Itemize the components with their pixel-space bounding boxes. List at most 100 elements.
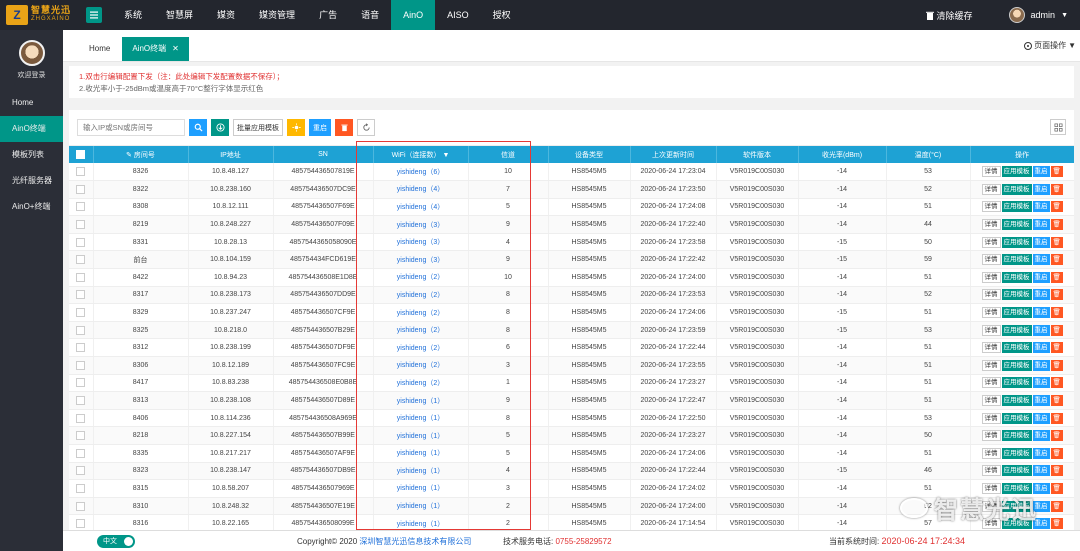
- apply-template-button[interactable]: 应用模板: [1001, 183, 1032, 195]
- sidebar-item[interactable]: 光纤服务器: [0, 168, 63, 194]
- topnav-item[interactable]: 媒资管理: [247, 0, 307, 30]
- column-header[interactable]: 信道: [468, 146, 549, 163]
- apply-template-button[interactable]: 应用模板: [1001, 271, 1032, 283]
- column-header[interactable]: 软件版本: [716, 146, 799, 163]
- restart-button[interactable]: 重启: [1032, 289, 1050, 301]
- detail-button[interactable]: 详情: [981, 271, 1001, 283]
- detail-button[interactable]: 详情: [981, 324, 1001, 336]
- detail-button[interactable]: 详情: [981, 289, 1001, 301]
- restart-button[interactable]: 重启: [1032, 236, 1050, 248]
- table-row[interactable]: 8417 10.8.83.238 485754436508E0B8E yishiden…: [69, 374, 1074, 393]
- apply-template-button[interactable]: 应用模板: [1001, 324, 1032, 336]
- column-header[interactable]: 温度(°C): [886, 146, 971, 163]
- apply-template-button[interactable]: 应用模板: [1001, 201, 1032, 213]
- delete-row-icon[interactable]: 🗑: [1050, 254, 1063, 266]
- detail-button[interactable]: 详情: [981, 201, 1001, 213]
- restart-button[interactable]: 重启: [1032, 324, 1050, 336]
- detail-button[interactable]: 详情: [981, 307, 1001, 319]
- detail-button[interactable]: 详情: [981, 236, 1001, 248]
- delete-row-icon[interactable]: 🗑: [1050, 482, 1063, 494]
- table-row[interactable]: 8422 10.8.94.23 485754436508E1D8E yishideng…: [69, 268, 1074, 287]
- row-checkbox[interactable]: [69, 409, 94, 428]
- delete-row-icon[interactable]: 🗑: [1050, 500, 1063, 512]
- column-header[interactable]: IP地址: [188, 146, 274, 163]
- restart-button[interactable]: 重启: [1032, 307, 1050, 319]
- topnav-item[interactable]: AISO: [435, 0, 481, 30]
- row-checkbox[interactable]: [69, 391, 94, 410]
- row-checkbox[interactable]: [69, 479, 94, 498]
- clear-cache-button[interactable]: 清除缓存: [925, 9, 973, 22]
- table-row[interactable]: 8312 10.8.238.199 485754436507DF9E yishiden…: [69, 338, 1074, 358]
- delete-row-icon[interactable]: 🗑: [1050, 166, 1063, 178]
- detail-button[interactable]: 详情: [981, 183, 1001, 195]
- delete-row-icon[interactable]: 🗑: [1050, 430, 1063, 442]
- row-checkbox[interactable]: [69, 250, 94, 270]
- row-checkbox[interactable]: [69, 303, 94, 322]
- restart-button[interactable]: 重启: [1032, 254, 1050, 266]
- detail-button[interactable]: 详情: [981, 395, 1001, 407]
- restart-button[interactable]: 重启: [1032, 430, 1050, 442]
- close-icon[interactable]: ✕: [172, 44, 179, 53]
- row-checkbox[interactable]: [69, 444, 94, 463]
- topnav-item[interactable]: 广告: [307, 0, 349, 30]
- table-row[interactable]: 8313 10.8.238.108 485754436507D89E yishiden…: [69, 391, 1074, 410]
- sun-button[interactable]: [287, 119, 305, 136]
- row-checkbox[interactable]: [69, 426, 94, 445]
- apply-template-button[interactable]: 应用模板: [1001, 447, 1032, 459]
- tab-aino-terminal[interactable]: AinO终端 ✕: [122, 37, 189, 61]
- sort-desc-icon[interactable]: ▼: [441, 152, 450, 159]
- apply-template-button[interactable]: 应用模板: [1001, 359, 1032, 371]
- column-header[interactable]: 上次更新时间: [630, 146, 717, 163]
- topnav-item[interactable]: 语音: [349, 0, 391, 30]
- delete-row-icon[interactable]: 🗑: [1050, 412, 1063, 424]
- row-checkbox[interactable]: [69, 321, 94, 340]
- row-checkbox[interactable]: [69, 215, 94, 234]
- row-checkbox[interactable]: [69, 233, 94, 252]
- table-row[interactable]: 8322 10.8.238.160 485754436507DC9E yishiden…: [69, 180, 1074, 199]
- table-row[interactable]: 8406 10.8.114.236 485754436508A969E yishide…: [69, 409, 1074, 428]
- search-button[interactable]: [189, 119, 207, 136]
- restart-button[interactable]: 重启: [1032, 166, 1050, 178]
- delete-row-icon[interactable]: 🗑: [1050, 324, 1063, 336]
- restart-button[interactable]: 重启: [1032, 219, 1050, 231]
- detail-button[interactable]: 详情: [981, 219, 1001, 231]
- delete-row-icon[interactable]: 🗑: [1050, 342, 1063, 354]
- language-toggle[interactable]: 中文: [97, 535, 135, 548]
- column-header[interactable]: 收光率(dBm): [798, 146, 887, 163]
- topnav-item[interactable]: 授权: [481, 0, 523, 30]
- restart-button[interactable]: 重启: [1032, 377, 1050, 389]
- table-row[interactable]: 8308 10.8.12.111 485754436507F69E yishideng…: [69, 198, 1074, 217]
- page-ops-button[interactable]: 页面操作 ▼: [1024, 40, 1076, 51]
- column-header[interactable]: 设备类型: [548, 146, 631, 163]
- sidebar-item[interactable]: AinO终端: [0, 116, 63, 142]
- admin-name[interactable]: admin: [1031, 10, 1056, 20]
- delete-row-icon[interactable]: 🗑: [1050, 447, 1063, 459]
- topnav-item[interactable]: 系统: [112, 0, 154, 30]
- detail-button[interactable]: 详情: [981, 412, 1001, 424]
- apply-template-button[interactable]: 应用模板: [1001, 412, 1032, 424]
- topnav-item[interactable]: 媒资: [205, 0, 247, 30]
- table-row[interactable]: 8329 10.8.237.247 485754436507CF9E yishiden…: [69, 303, 1074, 322]
- delete-row-icon[interactable]: 🗑: [1050, 289, 1063, 301]
- sidebar-item[interactable]: Home: [0, 90, 63, 116]
- grid-view-icon[interactable]: [1050, 119, 1066, 135]
- sidebar-item[interactable]: AinO+终端: [0, 194, 63, 220]
- detail-button[interactable]: 详情: [981, 377, 1001, 389]
- column-header[interactable]: SN: [273, 146, 374, 163]
- table-row[interactable]: 8323 10.8.238.147 485754436507DB9E yishiden…: [69, 462, 1074, 481]
- detail-button[interactable]: 详情: [981, 166, 1001, 178]
- apply-template-button[interactable]: 应用模板: [1001, 430, 1032, 442]
- apply-template-button[interactable]: 应用模板: [1001, 395, 1032, 407]
- table-row[interactable]: 8218 10.8.227.154 485754436507B99E yishiden…: [69, 426, 1074, 445]
- restart-button[interactable]: 重启: [1032, 201, 1050, 213]
- detail-button[interactable]: 详情: [981, 342, 1001, 354]
- column-header[interactable]: WiFi（连接数） ▼: [373, 146, 469, 163]
- tab-home[interactable]: Home: [79, 37, 120, 61]
- restart-button[interactable]: 重启: [1032, 183, 1050, 195]
- column-header[interactable]: 操作: [970, 146, 1074, 163]
- table-row[interactable]: 8326 10.8.48.127 485754436507819E yishideng…: [69, 163, 1074, 182]
- delete-row-icon[interactable]: 🗑: [1050, 465, 1063, 477]
- row-checkbox[interactable]: [69, 462, 94, 481]
- delete-row-icon[interactable]: 🗑: [1050, 377, 1063, 389]
- chevron-down-icon[interactable]: ▼: [1061, 12, 1068, 19]
